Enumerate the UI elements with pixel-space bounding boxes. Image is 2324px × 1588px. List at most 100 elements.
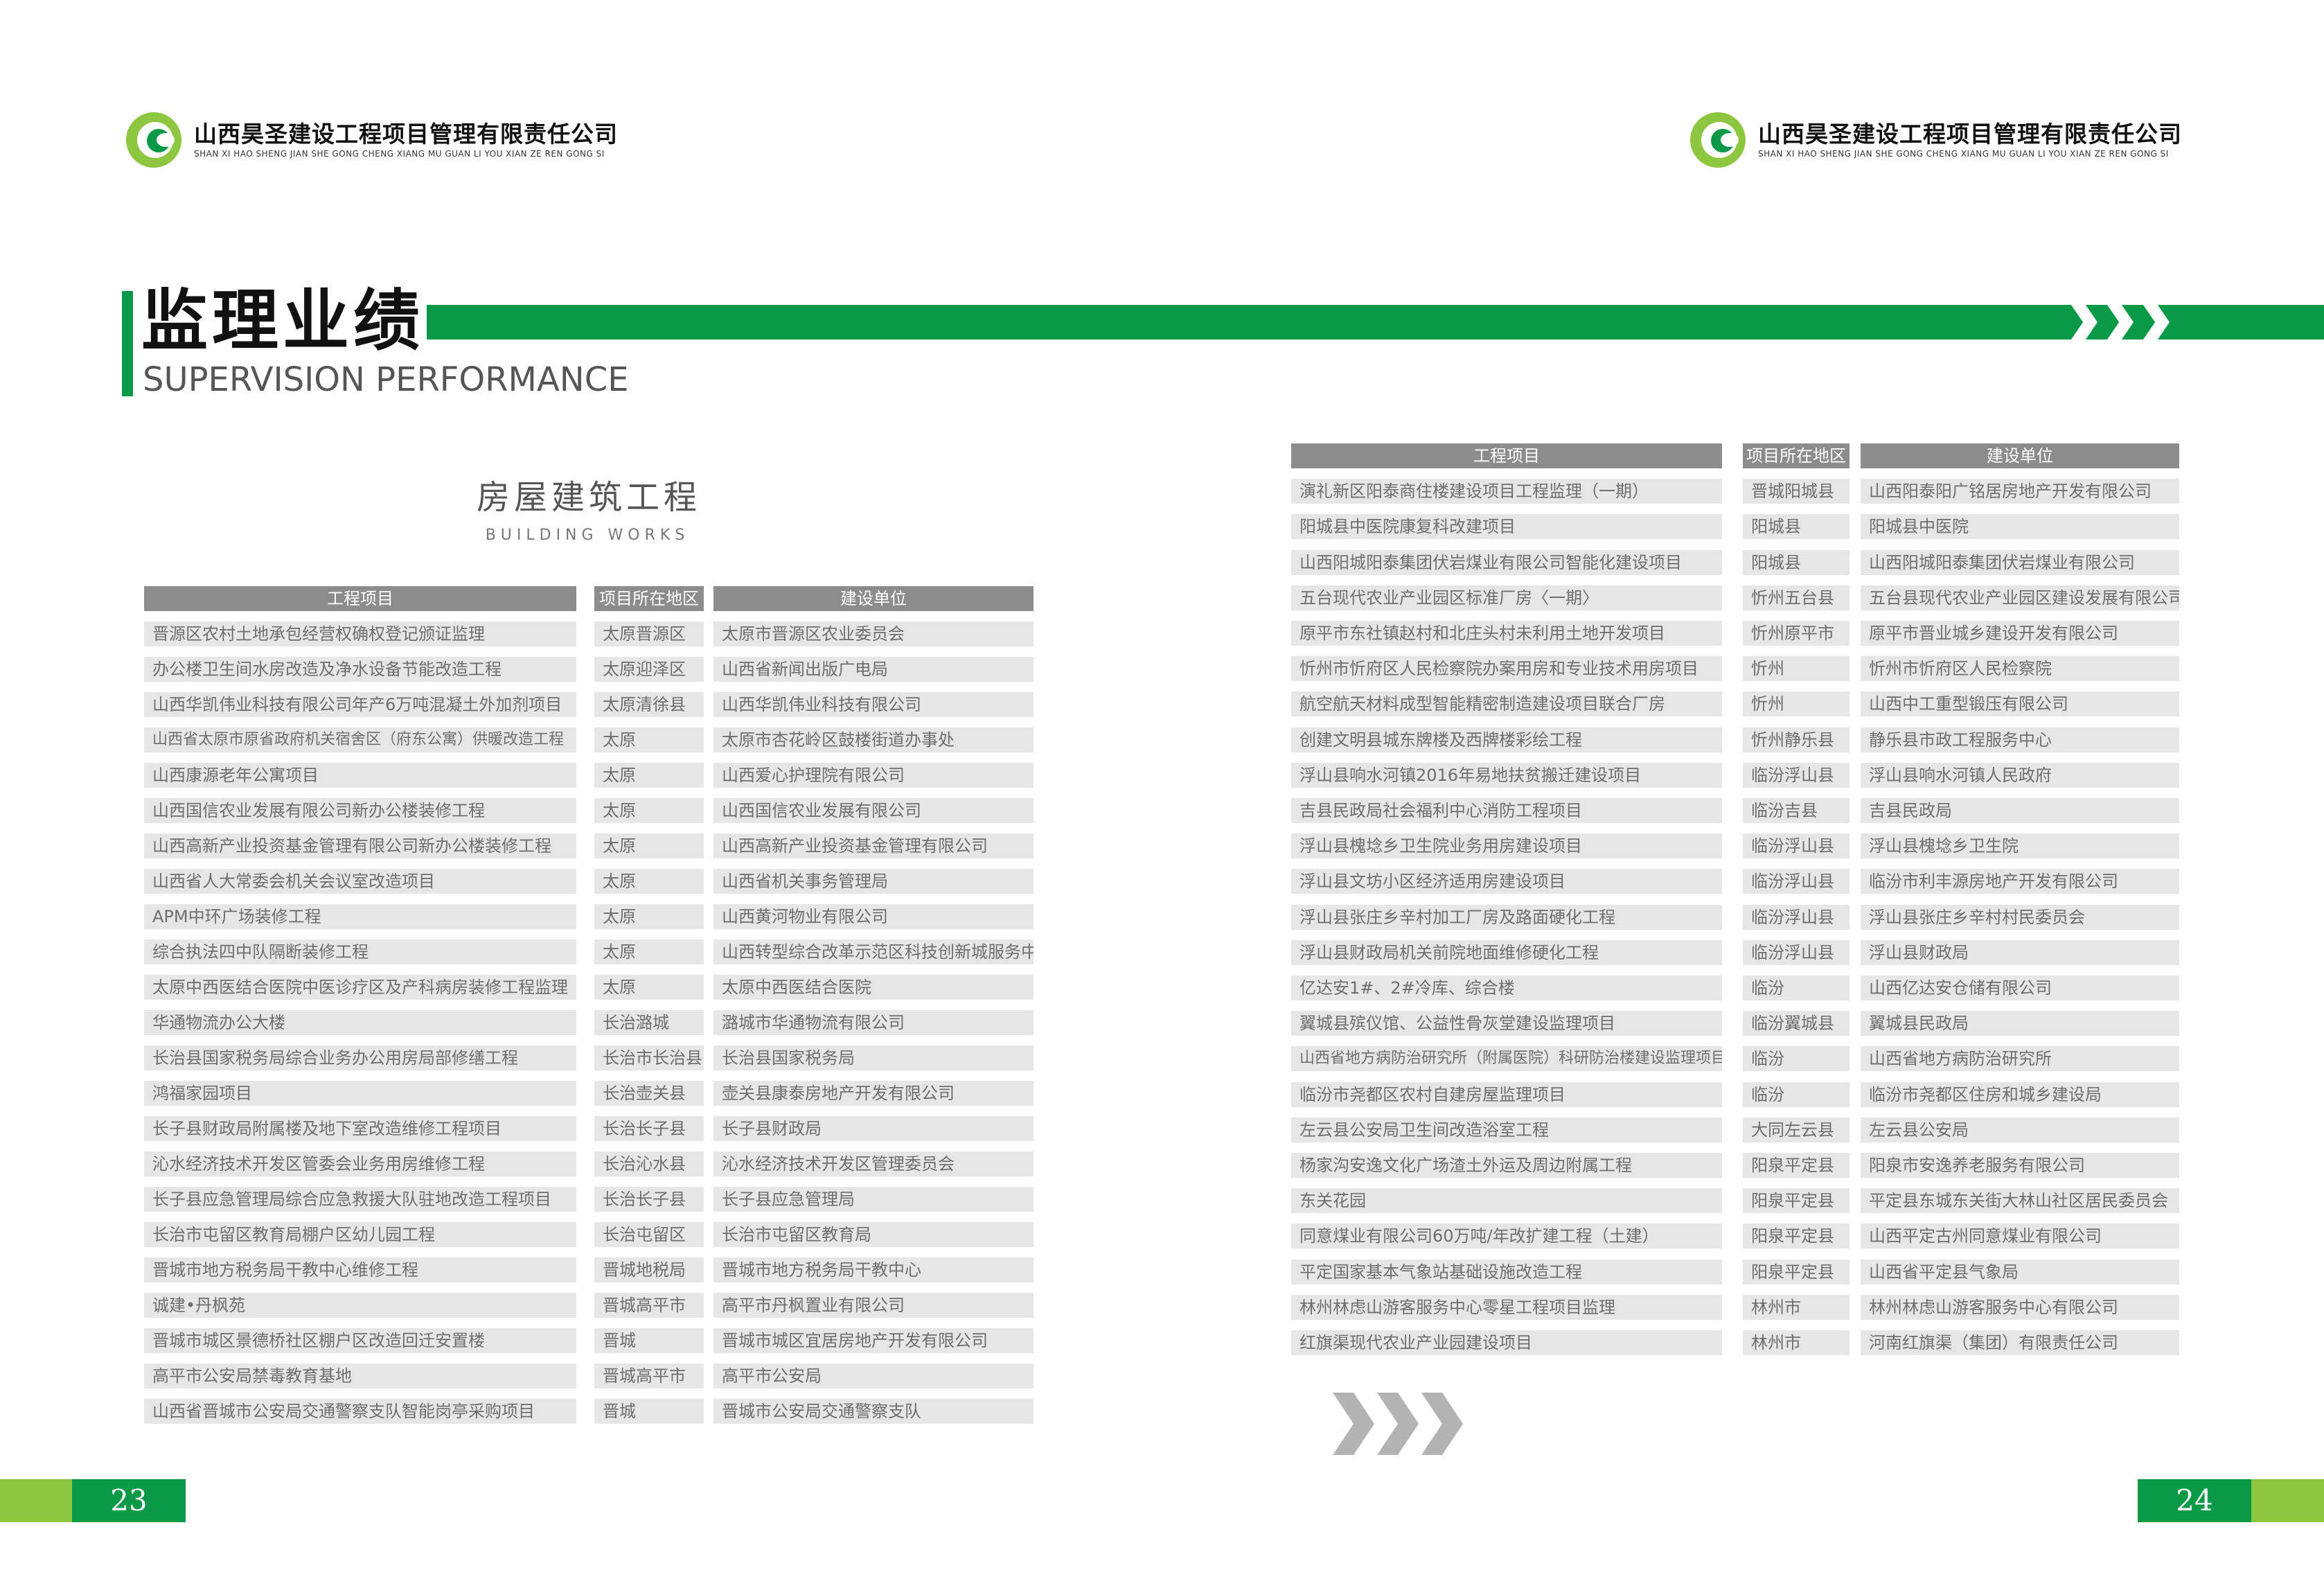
region-cell: 长治潞城 — [594, 1010, 704, 1035]
region-cell: 林州市 — [1743, 1330, 1850, 1355]
table-row: 杨家沟安逸文化广场渣土外运及周边附属工程 阳泉平定县 阳泉市安逸养老服务有限公司 — [1291, 1153, 2179, 1178]
table-row: 同意煤业有限公司60万吨/年改扩建工程（土建） 阳泉平定县 山西平定古州同意煤业有限… — [1291, 1224, 2179, 1249]
project-cell: 山西阳城阳泰集团伏岩煤业有限公司智能化建设项目 — [1291, 549, 1722, 575]
region-cell: 晋城 — [594, 1399, 704, 1424]
company-name-en: SHAN XI HAO SHENG JIAN SHE GONG CHENG XI… — [194, 149, 605, 159]
chevron-right-icon — [1421, 1393, 1463, 1455]
unit-cell: 潞城市华通物流有限公司 — [713, 1010, 1034, 1035]
unit-cell: 忻州市忻府区人民检察院 — [1861, 656, 2179, 682]
project-cell: 浮山县文坊小区经济适用房建设项目 — [1291, 869, 1722, 894]
region-cell: 太原 — [594, 833, 704, 858]
table-row: 红旗渠现代农业产业园建设项目 林州市 河南红旗渠（集团）有限责任公司 — [1291, 1330, 2179, 1355]
company-name-cn: 山西昊圣建设工程项目管理有限责任公司 — [1758, 121, 2182, 148]
project-cell: 东关花园 — [1291, 1188, 1722, 1214]
table-row: 山西省太原市原省政府机关宿舍区（府东公寓）供暖改造工程 太原 太原市杏花岭区鼓楼街道… — [144, 727, 1034, 752]
table-row: 山西阳城阳泰集团伏岩煤业有限公司智能化建设项目 阳城县 山西阳城阳泰集团伏岩煤业有限… — [1291, 549, 2179, 575]
table-row: 山西高新产业投资基金管理有限公司新办公楼装修工程 太原 山西高新产业投资基金管理有限… — [144, 833, 1034, 858]
unit-cell: 临汾市尧都区住房和城乡建设局 — [1861, 1082, 2179, 1107]
project-cell: 红旗渠现代农业产业园建设项目 — [1291, 1330, 1722, 1355]
table-row: 五台现代农业产业园区标准厂房〈一期〉 忻州五台县 五台县现代农业产业园区建设发展有限… — [1291, 585, 2179, 610]
region-cell: 长治长子县 — [594, 1116, 704, 1141]
table-row: 林州林虑山游客服务中心零星工程项目监理 林州市 林州林虑山游客服务中心有限公司 — [1291, 1294, 2179, 1320]
project-cell: 山西省人大常委会机关会议室改造项目 — [144, 869, 576, 894]
region-cell: 太原 — [594, 939, 704, 964]
region-cell: 太原 — [594, 798, 704, 823]
unit-cell: 浮山县响水河镇人民政府 — [1861, 762, 2179, 788]
table-row: 长子县财政局附属楼及地下室改造维修工程项目 长治长子县 长子县财政局 — [144, 1116, 1034, 1141]
table-row: 平定国家基本气象站基础设施改造工程 阳泉平定县 山西省平定县气象局 — [1291, 1259, 2179, 1285]
table-row: 太原中西医结合医院中医诊疗区及产科病房装修工程监理 太原 太原中西医结合医院 — [144, 975, 1034, 1000]
company-logo-right: 山西昊圣建设工程项目管理有限责任公司 SHAN XI HAO SHENG JIA… — [1690, 112, 2182, 168]
table-row: 山西省晋城市公安局交通警察支队智能岗亭采购项目 晋城 晋城市公安局交通警察支队 — [144, 1399, 1034, 1424]
table-row: 创建文明县城东牌楼及西牌楼彩绘工程 忻州静乐县 静乐县市政工程服务中心 — [1291, 727, 2179, 752]
table-row: 浮山县槐埝乡卫生院业务用房建设项目 临汾浮山县 浮山县槐埝乡卫生院 — [1291, 833, 2179, 859]
region-cell: 长治屯留区 — [594, 1222, 704, 1247]
unit-cell: 山西平定古州同意煤业有限公司 — [1861, 1224, 2179, 1249]
region-cell: 晋城高平市 — [594, 1293, 704, 1318]
unit-cell: 山西省平定县气象局 — [1861, 1259, 2179, 1285]
unit-cell: 浮山县财政局 — [1861, 939, 2179, 965]
project-cell: 山西省太原市原省政府机关宿舍区（府东公寓）供暖改造工程 — [144, 727, 576, 752]
unit-cell: 晋城市公安局交通警察支队 — [713, 1399, 1034, 1424]
unit-cell: 山西阳城阳泰集团伏岩煤业有限公司 — [1861, 549, 2179, 575]
region-cell: 临汾 — [1743, 1082, 1850, 1107]
table-row: 山西国信农业发展有限公司新办公楼装修工程 太原 山西国信农业发展有限公司 — [144, 798, 1034, 823]
project-cell: 浮山县槐埝乡卫生院业务用房建设项目 — [1291, 833, 1722, 859]
region-cell: 临汾浮山县 — [1743, 904, 1850, 930]
unit-cell: 山西省新闻出版广电局 — [713, 657, 1034, 682]
region-cell: 临汾浮山县 — [1743, 869, 1850, 894]
project-cell: 山西省地方病防治研究所（附属医院）科研防治楼建设监理项目 — [1291, 1046, 1722, 1072]
project-cell: 临汾市尧都区农村自建房屋监理项目 — [1291, 1082, 1722, 1107]
unit-cell: 山西国信农业发展有限公司 — [713, 798, 1034, 823]
region-cell: 晋城阳城县 — [1743, 479, 1850, 504]
table-row: 诚建•丹枫苑 晋城高平市 高平市丹枫置业有限公司 — [144, 1293, 1034, 1318]
unit-cell: 晋城市城区宜居房地产开发有限公司 — [713, 1328, 1034, 1353]
unit-cell: 长治市屯留区教育局 — [713, 1222, 1034, 1247]
table-row: 忻州市忻府区人民检察院办案用房和专业技术用房项目 忻州 忻州市忻府区人民检察院 — [1291, 656, 2179, 682]
table-row: 亿达安1#、2#冷库、综合楼 临汾 山西亿达安仓储有限公司 — [1291, 976, 2179, 1000]
region-cell: 阳泉平定县 — [1743, 1188, 1850, 1214]
project-cell: 浮山县响水河镇2016年易地扶贫搬迁建设项目 — [1291, 762, 1722, 788]
unit-cell: 翼城县民政局 — [1861, 1011, 2179, 1036]
project-cell: 浮山县财政局机关前院地面维修硬化工程 — [1291, 939, 1722, 965]
project-cell: 综合执法四中队隔断装修工程 — [144, 939, 576, 964]
region-cell: 太原晋源区 — [594, 621, 704, 646]
table-row: 浮山县文坊小区经济适用房建设项目 临汾浮山县 临汾市利丰源房地产开发有限公司 — [1291, 869, 2179, 894]
table-row: 浮山县财政局机关前院地面维修硬化工程 临汾浮山县 浮山县财政局 — [1291, 939, 2179, 965]
table-row: 山西华凯伟业科技有限公司年产6万吨混凝土外加剂项目 太原清徐县 山西华凯伟业科技有限… — [144, 692, 1034, 717]
unit-cell: 浮山县张庄乡辛村村民委员会 — [1861, 904, 2179, 930]
page-number-right: 24 — [2138, 1479, 2251, 1522]
title-stripe — [427, 305, 2324, 339]
unit-cell: 山西转型综合改革示范区科技创新城服务中心 — [713, 939, 1034, 964]
table-row: 办公楼卫生间水房改造及净水设备节能改造工程 太原迎泽区 山西省新闻出版广电局 — [144, 657, 1034, 682]
project-cell: 晋城市城区景德桥社区棚户区改造回迁安置楼 — [144, 1328, 576, 1353]
unit-cell: 沁水经济技术开发区管理委员会 — [713, 1152, 1034, 1176]
unit-cell: 壶关县康泰房地产开发有限公司 — [713, 1081, 1034, 1106]
unit-cell: 山西省机关事务管理局 — [713, 869, 1034, 894]
table-row: 演礼新区阳泰商住楼建设项目工程监理（一期） 晋城阳城县 山西阳泰阳广铭居房地产开发有… — [1291, 479, 2179, 504]
unit-cell: 太原中西医结合医院 — [713, 975, 1034, 1000]
table-row: 临汾市尧都区农村自建房屋监理项目 临汾 临汾市尧都区住房和城乡建设局 — [1291, 1082, 2179, 1107]
table-row: 浮山县张庄乡辛村加工厂房及路面硬化工程 临汾浮山县 浮山县张庄乡辛村村民委员会 — [1291, 904, 2179, 930]
region-cell: 长治壶关县 — [594, 1081, 704, 1106]
project-cell: 平定国家基本气象站基础设施改造工程 — [1291, 1259, 1722, 1285]
unit-cell: 山西爱心护理院有限公司 — [713, 763, 1034, 788]
region-cell: 阳城县 — [1743, 514, 1850, 540]
page-subtitle: SUPERVISION PERFORMANCE — [143, 360, 629, 399]
table-row: 综合执法四中队隔断装修工程 太原 山西转型综合改革示范区科技创新城服务中心 — [144, 939, 1034, 964]
project-cell: 鸿福家园项目 — [144, 1081, 576, 1106]
project-cell: 忻州市忻府区人民检察院办案用房和专业技术用房项目 — [1291, 656, 1722, 682]
table-row: 航空航天材料成型智能精密制造建设项目联合厂房 忻州 山西中工重型锻压有限公司 — [1291, 691, 2179, 717]
unit-cell: 吉县民政局 — [1861, 798, 2179, 823]
region-cell: 太原 — [594, 869, 704, 894]
unit-cell: 山西黄河物业有限公司 — [713, 904, 1034, 929]
unit-cell: 原平市晋业城乡建设开发有限公司 — [1861, 621, 2179, 646]
region-cell: 临汾翼城县 — [1743, 1011, 1850, 1036]
section-title: 房屋建筑工程 — [477, 478, 702, 517]
region-cell: 阳泉平定县 — [1743, 1224, 1850, 1249]
page-number-left: 23 — [72, 1479, 186, 1522]
table-row: 晋城市城区景德桥社区棚户区改造回迁安置楼 晋城 晋城市城区宜居房地产开发有限公司 — [144, 1328, 1034, 1353]
table-row: 晋城市地方税务局干教中心维修工程 晋城地税局 晋城市地方税务局干教中心 — [144, 1258, 1034, 1282]
region-cell: 临汾浮山县 — [1743, 939, 1850, 965]
table-row: 吉县民政局社会福利中心消防工程项目 临汾吉县 吉县民政局 — [1291, 798, 2179, 823]
